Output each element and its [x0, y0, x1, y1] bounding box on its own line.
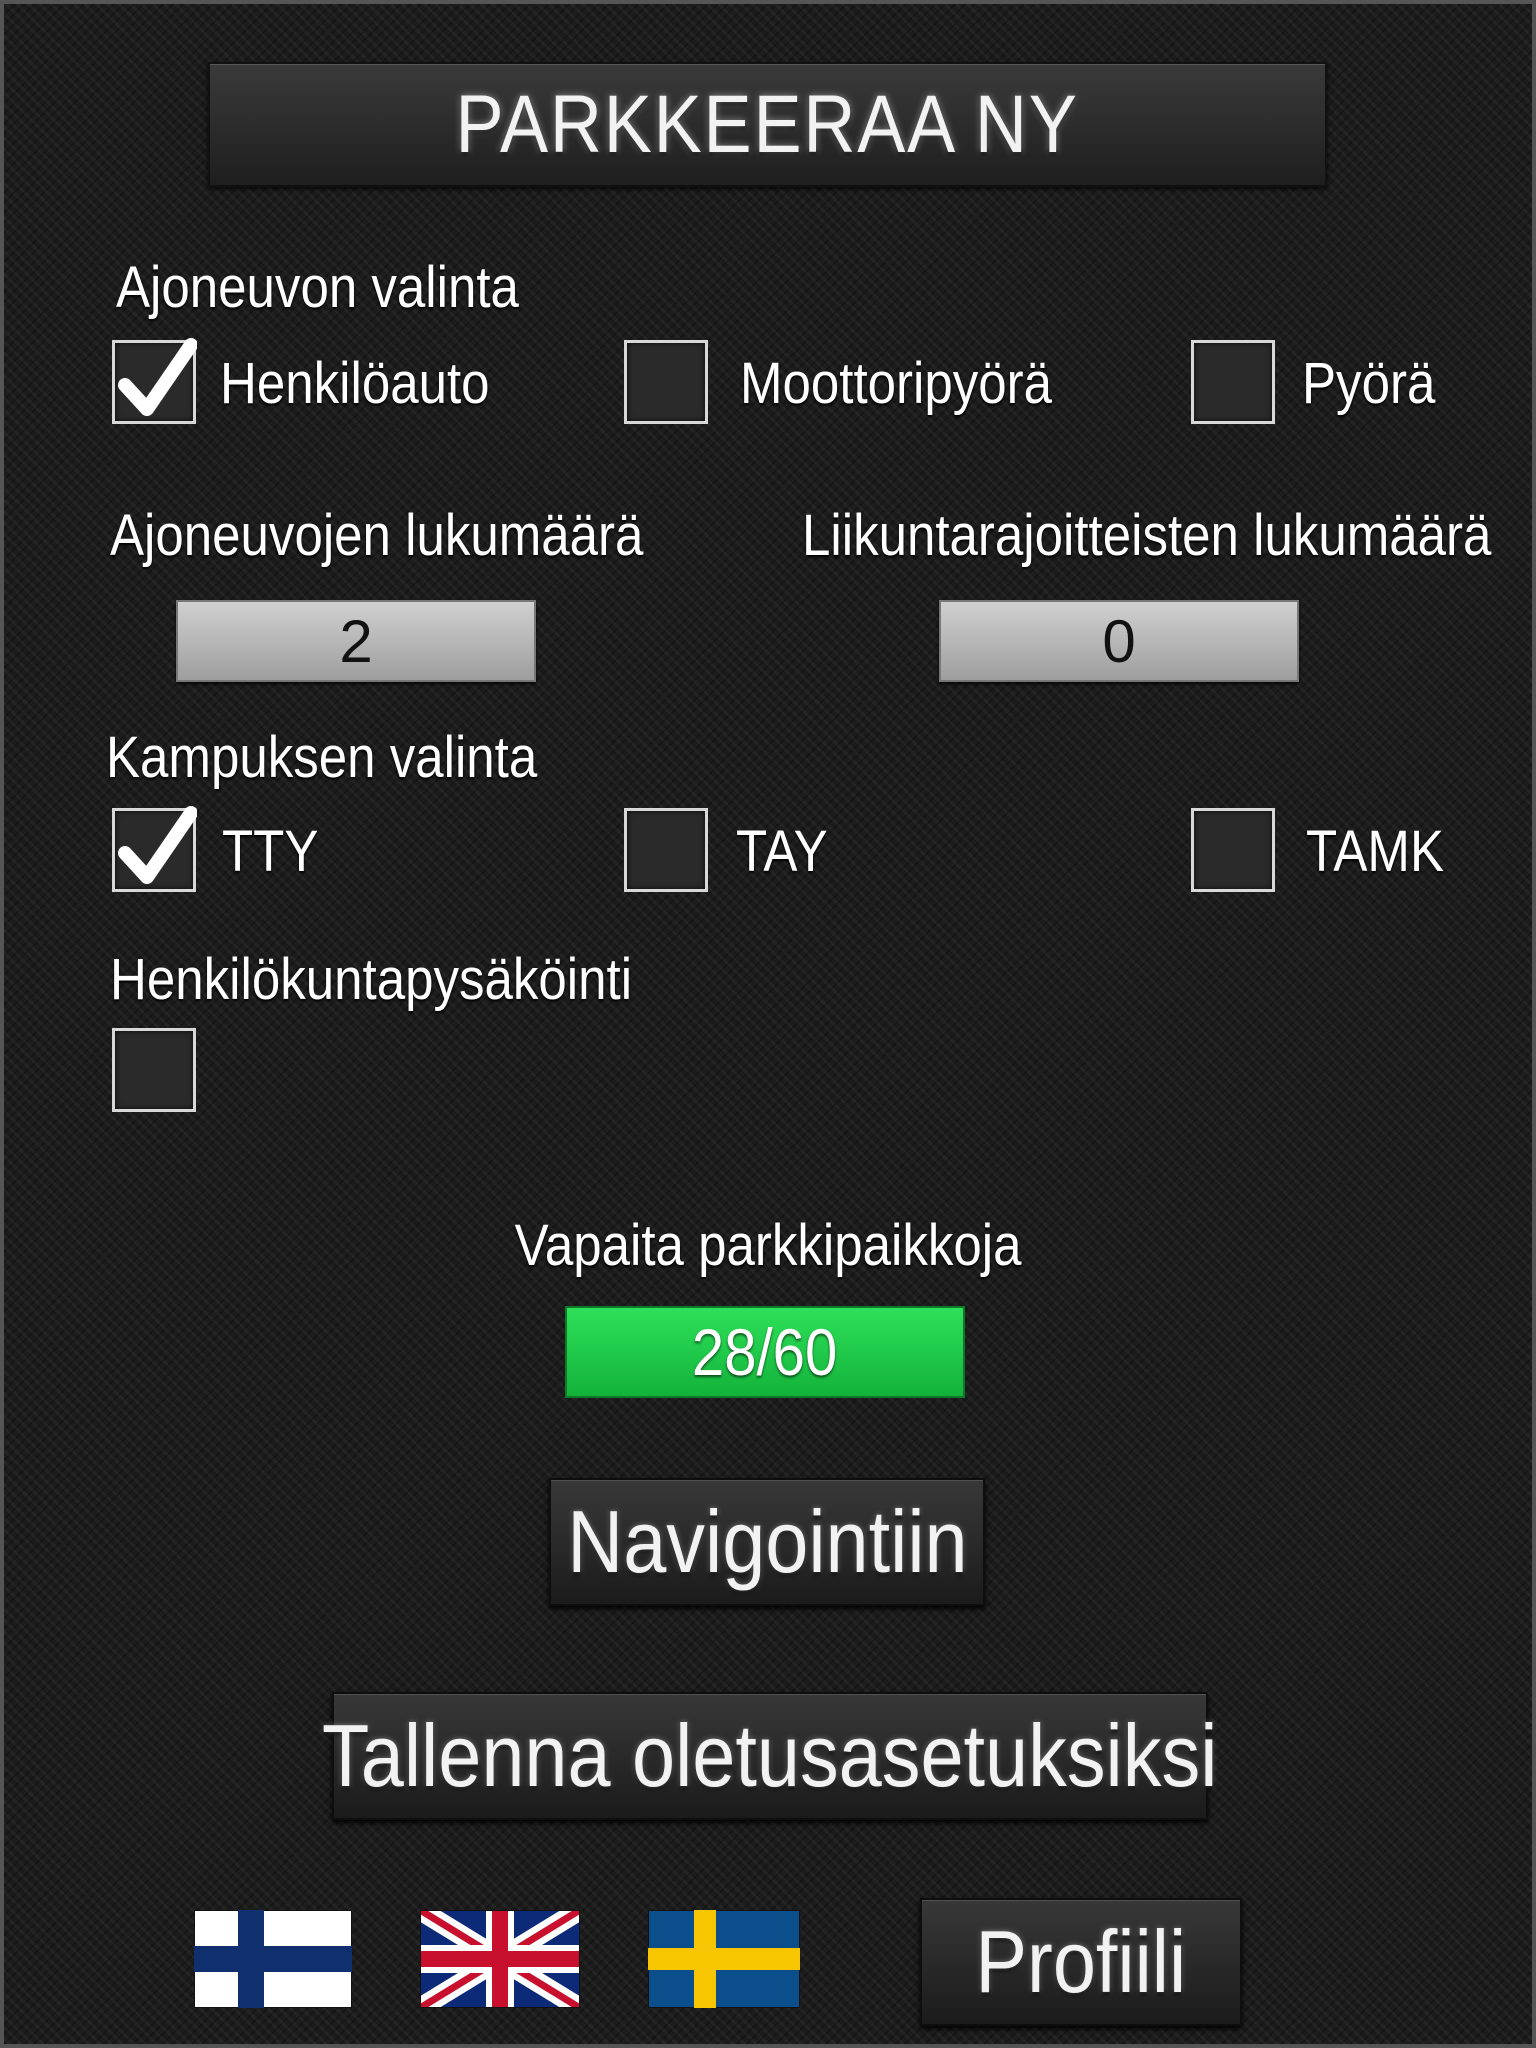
checkmark-icon [118, 338, 197, 416]
disabled-count-label: Liikuntarajoitteisten lukumäärä [802, 503, 1492, 568]
disabled-count-field[interactable]: 0 [939, 600, 1299, 682]
disabled-count-value: 0 [1102, 607, 1136, 675]
campus-heading: Kampuksen valinta [106, 725, 538, 790]
checkbox-motorcycle[interactable] [624, 340, 708, 424]
vehicle-label-bicycle: Pyörä [1302, 351, 1436, 416]
vehicle-count-label: Ajoneuvojen lukumäärä [110, 503, 644, 568]
checkbox-tty[interactable] [112, 806, 197, 892]
checkbox-staff-parking[interactable] [112, 1028, 196, 1112]
vehicle-heading: Ajoneuvon valinta [116, 255, 519, 320]
uk-flag-icon[interactable] [420, 1910, 580, 2008]
free-spots-label: Vapaita parkkipaikkoja [0, 1212, 1536, 1279]
save-defaults-button-label: Tallenna oletusasetuksiksi [322, 1706, 1218, 1805]
free-spots-label-text: Vapaita parkkipaikkoja [514, 1213, 1022, 1278]
checkbox-car[interactable] [112, 338, 197, 424]
navigate-button[interactable]: Navigointiin [549, 1478, 985, 1606]
free-spots-value: 28/60 [692, 1315, 838, 1389]
profile-button-label: Profiili [975, 1912, 1187, 2011]
checkbox-tamk[interactable] [1191, 808, 1275, 892]
navigate-button-label: Navigointiin [566, 1492, 968, 1591]
campus-label-tay: TAY [736, 819, 828, 884]
checkbox-bicycle[interactable] [1191, 340, 1275, 424]
vehicle-count-value: 2 [339, 607, 373, 675]
staff-parking-heading: Henkilökuntapysäköinti [110, 947, 633, 1012]
free-spots-indicator: 28/60 [565, 1306, 965, 1398]
campus-label-tty: TTY [222, 819, 319, 884]
profile-button[interactable]: Profiili [920, 1898, 1242, 2026]
title-banner: PARKKEERAA NY [208, 62, 1327, 187]
page-title: PARKKEERAA NY [455, 78, 1080, 170]
checkbox-tay[interactable] [624, 808, 708, 892]
swedish-flag-icon[interactable] [648, 1910, 800, 2008]
vehicle-label-motorcycle: Moottoripyörä [740, 351, 1053, 416]
finnish-flag-icon[interactable] [194, 1910, 352, 2008]
save-defaults-button[interactable]: Tallenna oletusasetuksiksi [322, 1692, 1218, 1820]
vehicle-count-field[interactable]: 2 [176, 600, 536, 682]
campus-label-tamk: TAMK [1306, 819, 1444, 884]
checkmark-icon [118, 806, 197, 884]
vehicle-label-car: Henkilöauto [220, 351, 490, 416]
